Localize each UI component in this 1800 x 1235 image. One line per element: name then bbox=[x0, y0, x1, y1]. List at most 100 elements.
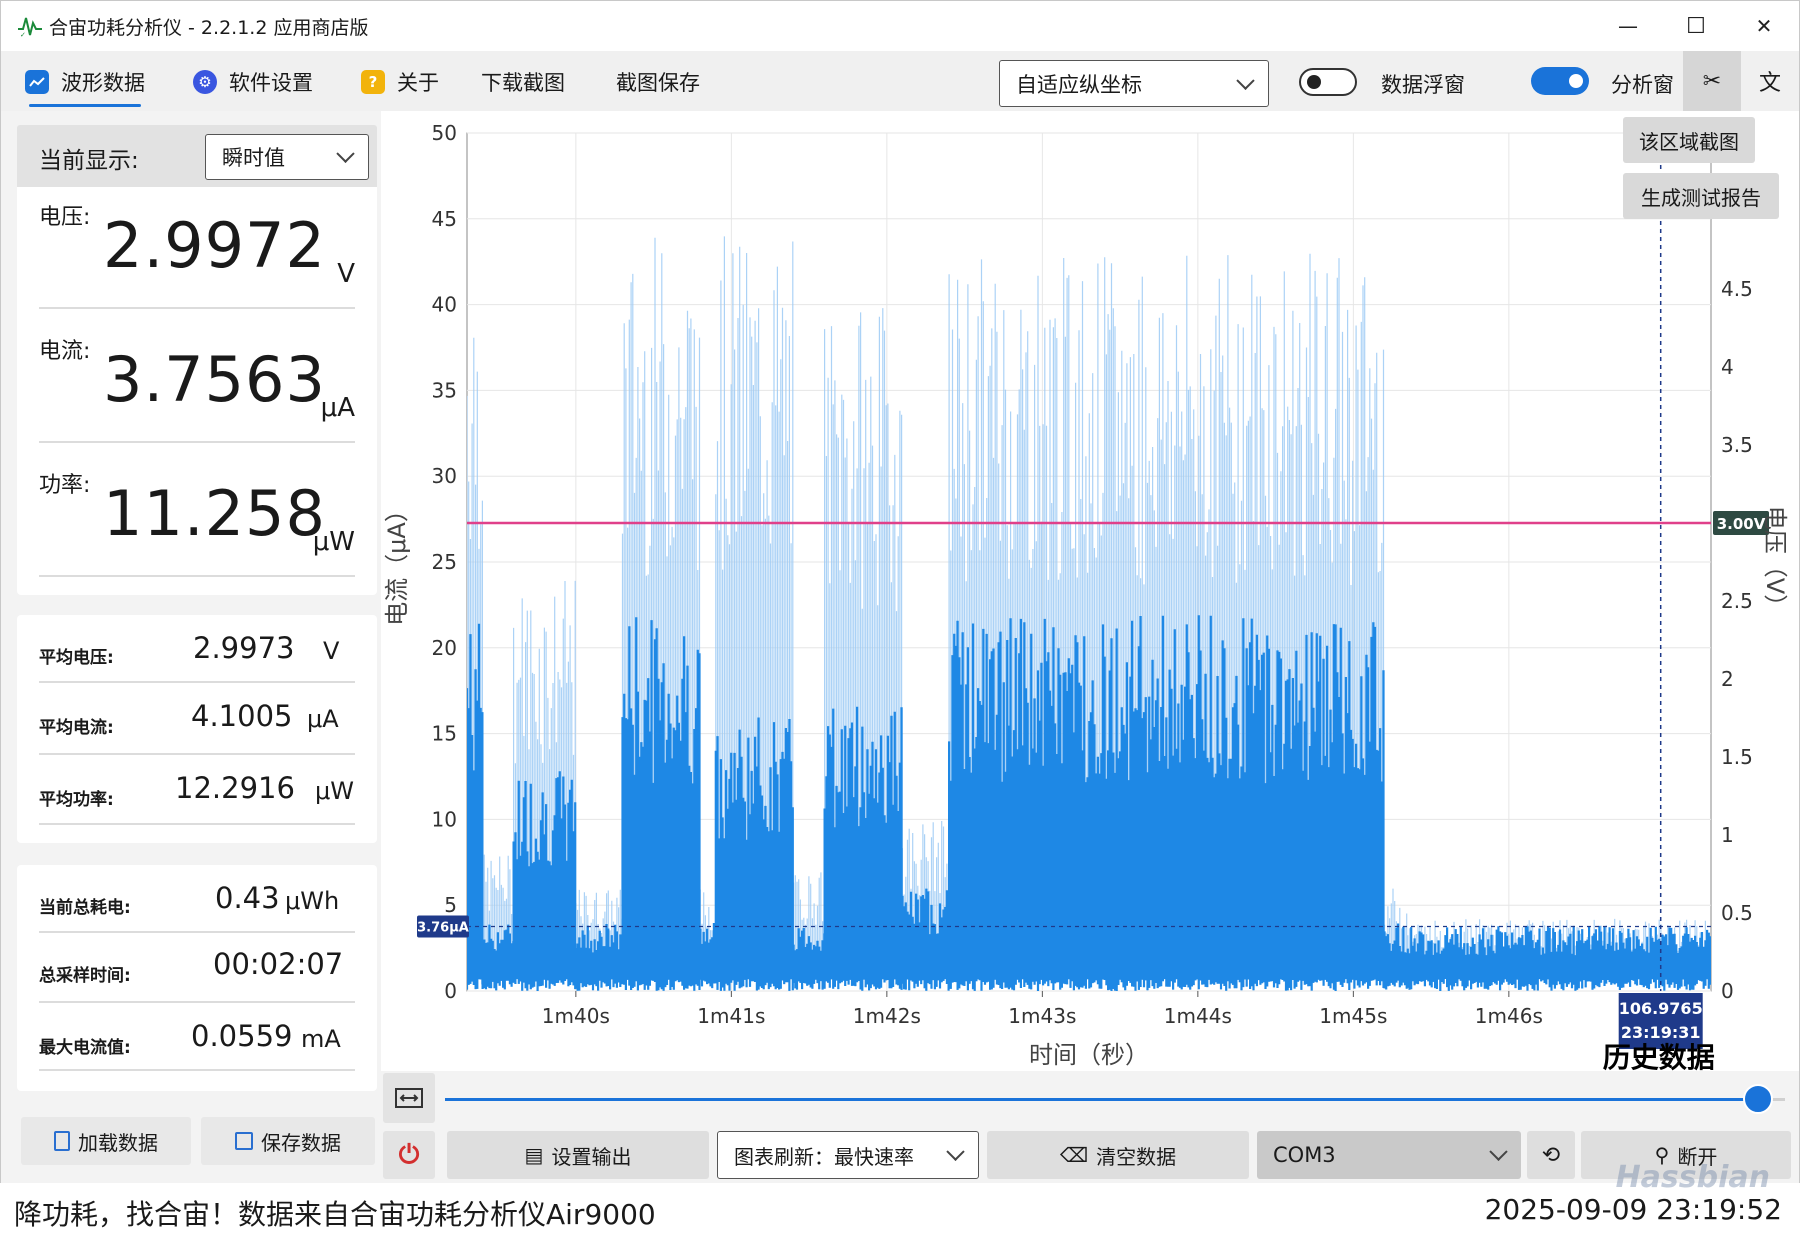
caption-slogan: 降功耗，找合宙！数据来自合宙功耗分析仪Air9000 bbox=[14, 1198, 656, 1231]
load-data-button[interactable]: 加载数据 bbox=[21, 1117, 191, 1165]
fit-width-icon[interactable] bbox=[383, 1073, 435, 1123]
analysis-window-toggle[interactable] bbox=[1531, 67, 1589, 95]
sample-time-label: 总采样时间: bbox=[39, 966, 131, 986]
current-unit: μA bbox=[320, 393, 355, 423]
avg-power-label: 平均功率: bbox=[39, 790, 114, 810]
divider bbox=[39, 681, 355, 683]
voltage-tag: 3.00V bbox=[1717, 515, 1766, 533]
app-logo-icon: ✓ bbox=[18, 17, 42, 39]
y-tick-label: 30 bbox=[432, 464, 457, 488]
current-label: 电流: bbox=[39, 339, 91, 364]
y2-tick-label: 4.5 bbox=[1721, 277, 1753, 301]
history-slider-track[interactable] bbox=[445, 1084, 1785, 1114]
translate-icon[interactable]: 文 bbox=[1741, 51, 1799, 111]
refresh-rate-select[interactable]: 图表刷新：最快速率 bbox=[717, 1131, 979, 1179]
save-disk-icon bbox=[235, 1132, 253, 1150]
save-screenshot-button[interactable]: 截图保存 bbox=[616, 59, 700, 105]
history-clock-button[interactable]: ⟲ bbox=[1527, 1131, 1575, 1179]
save-data-label: 保存数据 bbox=[261, 1130, 341, 1155]
current-chart[interactable]: 051015202530354045501m40s 1m41s 1m42s 1m43s… bbox=[381, 111, 1799, 1074]
y-tick-label: 5 bbox=[444, 893, 457, 917]
avg-power-unit: μW bbox=[315, 777, 354, 805]
divider bbox=[39, 823, 355, 825]
float-window-toggle[interactable] bbox=[1299, 68, 1357, 96]
divider bbox=[39, 575, 355, 577]
totals-card: 当前总耗电: 0.43 μWh 总采样时间: 00:02:07 最大电流值: 0… bbox=[17, 865, 377, 1091]
x-tick-label: 1m40s bbox=[542, 1004, 610, 1028]
tab-settings[interactable]: ⚙ 软件设置 bbox=[193, 59, 313, 105]
load-file-icon bbox=[54, 1131, 70, 1151]
capture-region-button[interactable]: 该区域截图 bbox=[1623, 117, 1755, 163]
total-energy-unit: μWh bbox=[285, 887, 340, 915]
question-icon: ? bbox=[361, 70, 385, 94]
power-icon: ⏻ bbox=[398, 1139, 420, 1170]
maximize-button[interactable]: ☐ bbox=[1661, 1, 1731, 51]
avg-voltage-label: 平均电压: bbox=[39, 648, 114, 668]
y-tick-label: 50 bbox=[432, 121, 457, 145]
max-current-label: 最大电流值: bbox=[39, 1038, 131, 1058]
avg-current-label: 平均电流: bbox=[39, 718, 114, 738]
tab-about[interactable]: ? 关于 bbox=[361, 59, 439, 105]
set-output-button[interactable]: ▤ 设置输出 bbox=[447, 1131, 709, 1179]
x-tick-label: 1m42s bbox=[853, 1004, 921, 1028]
divider bbox=[39, 1069, 355, 1071]
avg-power-value: 12.2916 bbox=[175, 771, 295, 805]
voltage-value: 2.9972 bbox=[103, 209, 326, 282]
avg-voltage-unit: V bbox=[323, 637, 340, 665]
live-values: 电压: 2.9972 V 电流: 3.7563 μA 功率: 11.258 μW bbox=[17, 187, 377, 595]
app-window: ✓ 合宙功耗分析仪 - 2.2.1.2 应用商店版 — ☐ ✕ 波形数据 ⚙ 软… bbox=[0, 0, 1800, 1185]
voltage-unit: V bbox=[337, 259, 355, 289]
caption-bar: 降功耗，找合宙！数据来自合宙功耗分析仪Air9000 2025-09-09 23… bbox=[0, 1183, 1800, 1235]
port-select[interactable]: COM3 bbox=[1257, 1131, 1521, 1179]
window-title: 合宙功耗分析仪 - 2.2.1.2 应用商店版 bbox=[49, 17, 369, 39]
history-slider-fill bbox=[445, 1098, 1759, 1101]
history-slider-handle[interactable] bbox=[1743, 1084, 1774, 1114]
x-axis-title: 时间（秒） bbox=[1029, 1041, 1149, 1069]
set-output-label: 设置输出 bbox=[551, 1144, 632, 1169]
current-value: 3.7563 bbox=[103, 343, 326, 416]
power-button[interactable]: ⏻ bbox=[383, 1131, 435, 1179]
refresh-rate-value: 图表刷新：最快速率 bbox=[734, 1144, 914, 1169]
watermark: Hassbian bbox=[1615, 1160, 1770, 1195]
sample-time-value: 00:02:07 bbox=[213, 947, 344, 981]
tab-label: 关于 bbox=[397, 71, 439, 95]
output-icon: ▤ bbox=[524, 1143, 544, 1167]
save-data-button[interactable]: 保存数据 bbox=[201, 1117, 375, 1165]
history-label: 历史数据 bbox=[1603, 1041, 1715, 1071]
divider bbox=[39, 931, 355, 933]
clear-data-label: 清空数据 bbox=[1096, 1144, 1177, 1169]
y-tick-label: 40 bbox=[432, 293, 457, 317]
gear-icon: ⚙ bbox=[193, 70, 217, 94]
minimize-button[interactable]: — bbox=[1593, 1, 1663, 51]
tab-waveform[interactable]: 波形数据 bbox=[25, 59, 145, 107]
float-window-label: 数据浮窗 bbox=[1381, 73, 1465, 97]
divider bbox=[39, 307, 355, 309]
display-mode-select[interactable]: 瞬时值 bbox=[205, 134, 369, 180]
cursor-time: 23:19:31 bbox=[1621, 1023, 1701, 1042]
y-axis-title: 电流（μA） bbox=[383, 498, 411, 626]
tab-label: 下载截图 bbox=[481, 71, 565, 95]
voltage-label: 电压: bbox=[39, 205, 91, 230]
tab-label: 截图保存 bbox=[616, 71, 700, 95]
y-tick-label: 0 bbox=[444, 979, 457, 1003]
tab-label: 软件设置 bbox=[229, 71, 313, 95]
max-current-unit: mA bbox=[301, 1025, 341, 1053]
toolbar: 波形数据 ⚙ 软件设置 ? 关于 下载截图 截图保存 自适应纵坐标 数据浮窗 分… bbox=[1, 51, 1799, 111]
close-button[interactable]: ✕ bbox=[1729, 1, 1799, 51]
y-tick-label: 15 bbox=[432, 722, 457, 746]
avg-current-value: 4.1005 bbox=[191, 699, 293, 733]
chevron-down-icon bbox=[336, 144, 355, 163]
avg-current-unit: μA bbox=[307, 705, 339, 733]
chart-area[interactable]: 0 5 10 15 20 25 30 35 40 45 50 1m40s 1m41s 1m42s 1m43s… bbox=[381, 111, 1799, 1074]
load-data-label: 加载数据 bbox=[78, 1130, 158, 1155]
download-screenshot-button[interactable]: 下载截图 bbox=[481, 59, 565, 105]
y2-tick-label: 4 bbox=[1721, 355, 1734, 379]
current-tag: 3.76μA bbox=[417, 920, 469, 935]
generate-report-button[interactable]: 生成测试报告 bbox=[1623, 173, 1779, 219]
scissors-icon[interactable]: ✂ bbox=[1683, 51, 1741, 111]
waveform-icon bbox=[25, 70, 49, 94]
title-bar: ✓ 合宙功耗分析仪 - 2.2.1.2 应用商店版 — ☐ ✕ bbox=[1, 1, 1799, 51]
clear-data-button[interactable]: ⌫ 清空数据 bbox=[987, 1131, 1249, 1179]
power-unit: μW bbox=[312, 527, 355, 557]
axis-mode-select[interactable]: 自适应纵坐标 bbox=[999, 60, 1269, 107]
